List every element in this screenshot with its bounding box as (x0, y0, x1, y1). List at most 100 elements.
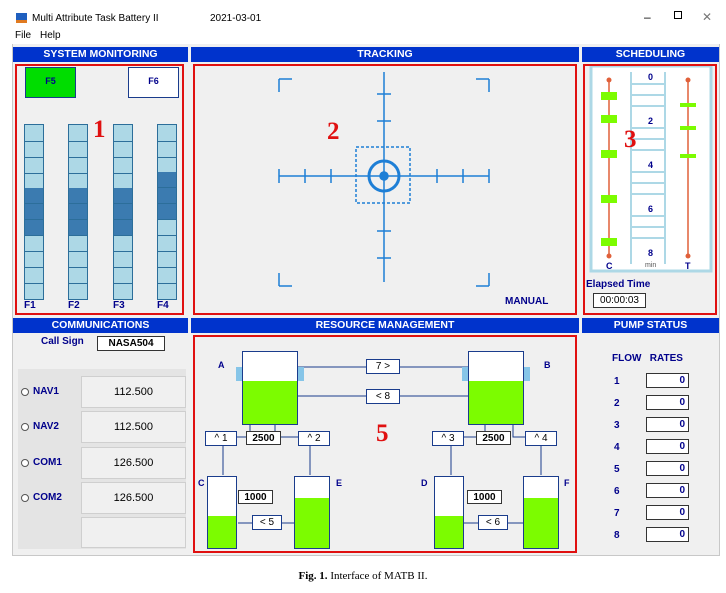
callsign-value: NASA504 (97, 336, 165, 351)
window-date: 2021-03-01 (210, 13, 262, 24)
pump-4-button[interactable]: ^ 4 (525, 431, 557, 446)
pump-rate-7: 0 (646, 505, 689, 520)
pump-status-label-2: 2 (614, 398, 620, 409)
resman-marker: 5 (376, 420, 389, 447)
tank-f-label: F (564, 478, 570, 488)
schedule-tick-4: 4 (648, 160, 654, 170)
pump-status-header: PUMP STATUS (582, 318, 719, 333)
window-title: Multi Attribute Task Battery II (32, 13, 159, 24)
freq-com1[interactable]: 126.500 (81, 447, 186, 479)
scheduling-header: SCHEDULING (582, 47, 719, 62)
tank-e-label: E (336, 478, 343, 488)
elapsed-time: 00:00:03 (593, 293, 646, 308)
freq-com2[interactable]: 126.500 (81, 482, 186, 514)
pump-1-button[interactable]: ^ 1 (205, 431, 237, 446)
schedule-tick-2: 2 (648, 116, 654, 126)
comms-header: COMMUNICATIONS (13, 318, 188, 333)
tank-c-label: C (198, 478, 205, 488)
radio-com1[interactable] (21, 459, 29, 467)
schedule-timeline (589, 66, 713, 273)
freq-nav2[interactable]: 112.500 (81, 411, 186, 443)
schedule-col-t: T (685, 261, 691, 271)
pump-2-button[interactable]: ^ 2 (298, 431, 330, 446)
schedule-unit: min (645, 262, 657, 269)
tracking-header: TRACKING (191, 47, 579, 62)
scale-f3[interactable] (113, 124, 133, 300)
tank-b-label: B (544, 360, 551, 370)
radio-label-com2: COM2 (33, 492, 62, 503)
tank-e (294, 476, 330, 549)
resman-header: RESOURCE MANAGEMENT (191, 318, 579, 333)
tank-d (434, 476, 464, 549)
figure-caption: Fig. 1. Interface of MATB II. (0, 570, 726, 582)
scheduling-marker: 3 (624, 126, 637, 153)
menu-file[interactable]: File (15, 30, 31, 41)
tank-c-value: 1000 (238, 490, 273, 504)
menu-help[interactable]: Help (40, 30, 61, 41)
scale-label-f2: F2 (68, 300, 80, 311)
tank-d-value: 1000 (467, 490, 502, 504)
pump-8-button[interactable]: < 8 (366, 389, 400, 404)
pump-status-label-6: 6 (614, 486, 620, 497)
schedule-tick-6: 6 (648, 204, 654, 214)
radio-com2[interactable] (21, 494, 29, 502)
app-icon (16, 13, 27, 23)
close-icon[interactable]: ✕ (702, 10, 712, 24)
f5-button[interactable]: F5 (25, 67, 76, 98)
tank-b-value: 2500 (476, 431, 511, 445)
schedule-tick-0: 0 (648, 72, 654, 82)
sysmon-header: SYSTEM MONITORING (13, 47, 188, 62)
radio-nav2[interactable] (21, 423, 29, 431)
freq-nav1[interactable]: 112.500 (81, 376, 186, 408)
pump-status-label-7: 7 (614, 508, 620, 519)
pump-status-label-4: 4 (614, 442, 620, 453)
radio-label-nav2: NAV2 (33, 421, 59, 432)
radio-label-nav1: NAV1 (33, 386, 59, 397)
caption-text: Interface of MATB II. (330, 570, 428, 582)
tank-b (468, 351, 524, 425)
radio-label-com1: COM1 (33, 457, 62, 468)
pump-3-button[interactable]: ^ 3 (432, 431, 464, 446)
menu-bar: File Help (12, 28, 720, 44)
pump-rate-8: 0 (646, 527, 689, 542)
pump-rate-4: 0 (646, 439, 689, 454)
caption-label: Fig. 1. (298, 570, 328, 582)
f6-button[interactable]: F6 (128, 67, 179, 98)
callsign-label: Call Sign (41, 336, 84, 347)
tank-f (523, 476, 559, 549)
pump-rate-5: 0 (646, 461, 689, 476)
tank-a-label: A (218, 360, 225, 370)
minimize-icon[interactable]: – (644, 10, 651, 24)
pump-6-button[interactable]: < 6 (478, 515, 508, 530)
tracking-mode: MANUAL (505, 296, 549, 307)
tracking-reticle[interactable] (193, 64, 577, 315)
pump-rate-6: 0 (646, 483, 689, 498)
tank-d-label: D (421, 478, 428, 488)
schedule-col-c: C (606, 261, 613, 271)
pump-status-label-1: 1 (614, 376, 620, 387)
pump-status-label-3: 3 (614, 420, 620, 431)
pump-rate-2: 0 (646, 395, 689, 410)
radio-nav1[interactable] (21, 388, 29, 396)
scale-label-f3: F3 (113, 300, 125, 311)
pump-status-label-8: 8 (614, 530, 620, 541)
scale-f4[interactable] (157, 124, 177, 300)
elapsed-label: Elapsed Time (586, 279, 651, 290)
pump-rate-1: 0 (646, 373, 689, 388)
title-bar: Multi Attribute Task Battery II 2021-03-… (12, 8, 720, 28)
pump-status-label-5: 5 (614, 464, 620, 475)
schedule-tick-8: 8 (648, 248, 654, 258)
freq-empty-slot (81, 517, 186, 548)
sysmon-marker: 1 (93, 116, 106, 143)
pump-rate-3: 0 (646, 417, 689, 432)
maximize-icon[interactable] (674, 11, 682, 19)
pump-5-button[interactable]: < 5 (252, 515, 282, 530)
tank-a (242, 351, 298, 425)
pump-7-button[interactable]: 7 > (366, 359, 400, 374)
tank-a-value: 2500 (246, 431, 281, 445)
scale-f2[interactable] (68, 124, 88, 300)
scale-f1[interactable] (24, 124, 44, 300)
flow-rates-title: FLOW RATES (612, 353, 683, 364)
scale-label-f4: F4 (157, 300, 169, 311)
scale-label-f1: F1 (24, 300, 36, 311)
